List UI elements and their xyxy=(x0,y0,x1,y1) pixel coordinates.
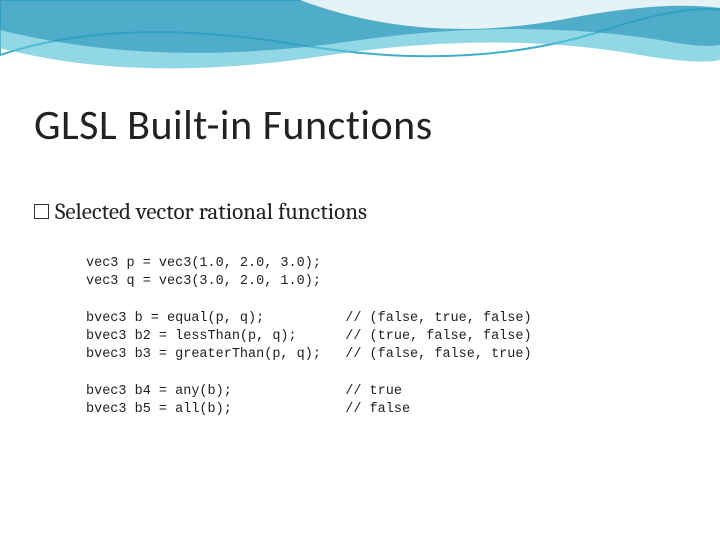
code-block: vec3 p = vec3(1.0, 2.0, 3.0); vec3 q = v… xyxy=(86,255,532,419)
subtitle-row: Selected vector rational functions xyxy=(34,198,367,225)
code-line: bvec3 b5 = all(b); // false xyxy=(86,402,410,417)
code-line: bvec3 b3 = greaterThan(p, q); // (false,… xyxy=(86,347,532,362)
bullet-box-icon xyxy=(34,204,49,219)
code-line: bvec3 b = equal(p, q); // (false, true, … xyxy=(86,311,532,326)
slide-subtitle: Selected vector rational functions xyxy=(55,198,367,225)
code-line: bvec3 b4 = any(b); // true xyxy=(86,384,402,399)
code-line: bvec3 b2 = lessThan(p, q); // (true, fal… xyxy=(86,329,532,344)
code-line: vec3 p = vec3(1.0, 2.0, 3.0); xyxy=(86,256,321,271)
slide-title: GLSL Built-in Functions xyxy=(34,100,433,151)
code-line: vec3 q = vec3(3.0, 2.0, 1.0); xyxy=(86,274,321,289)
